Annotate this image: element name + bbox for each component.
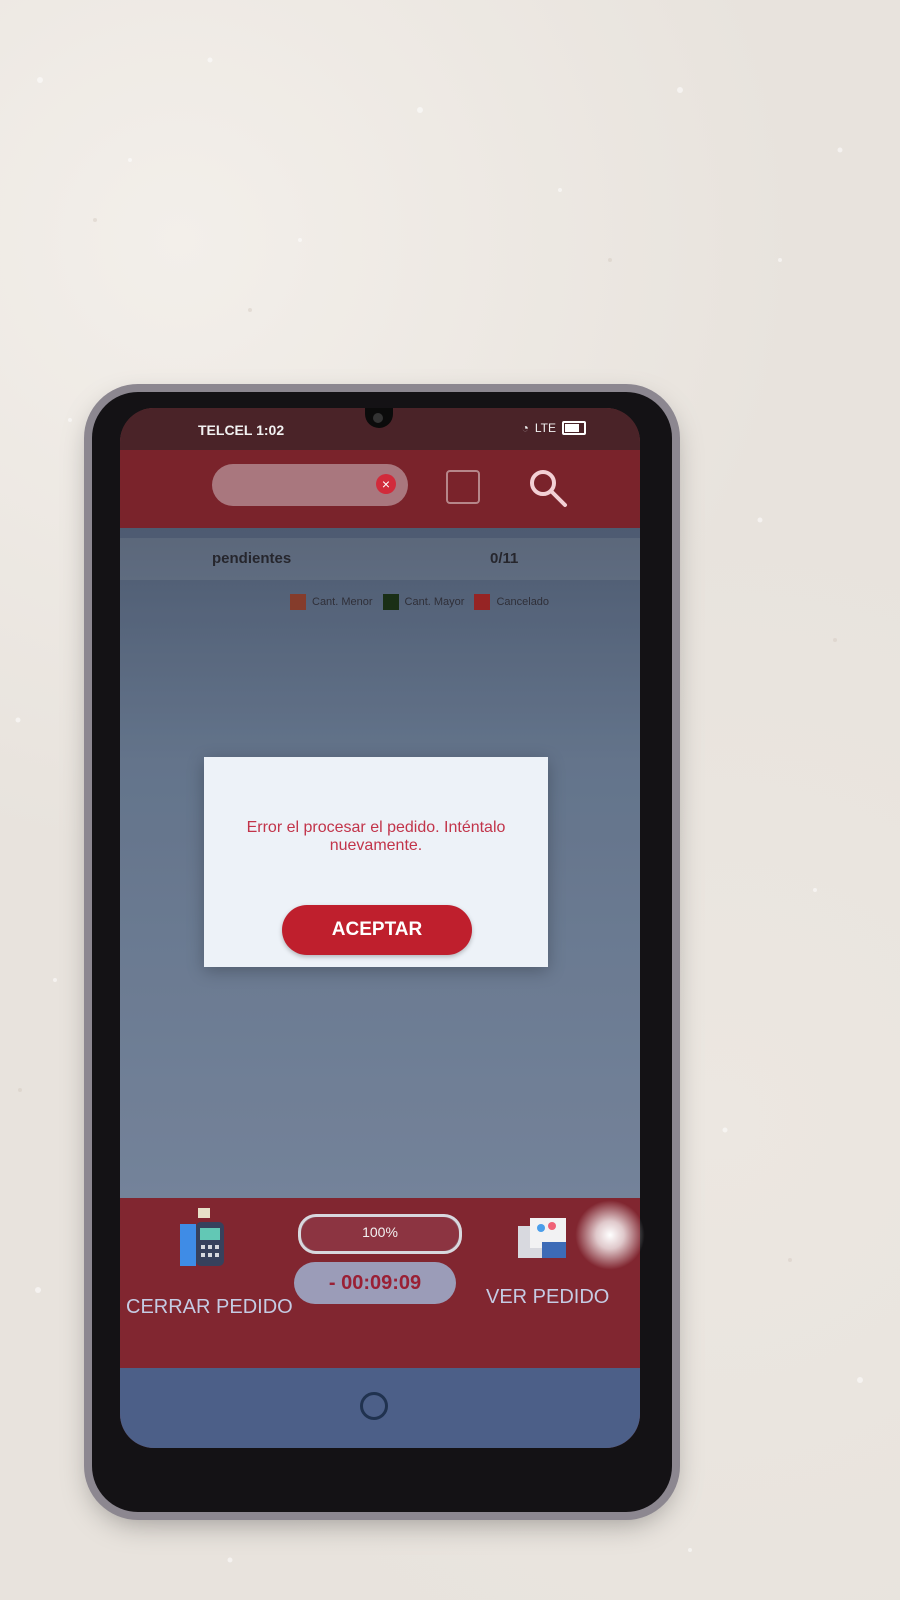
search-input[interactable]: × xyxy=(212,464,408,506)
accept-button[interactable]: ACEPTAR xyxy=(282,905,472,955)
error-dialog: Error el procesar el pedido. Inténtalo n… xyxy=(204,757,548,967)
back-icon[interactable] xyxy=(258,1392,276,1416)
home-icon[interactable] xyxy=(360,1392,388,1420)
status-bar: TELCEL 1:02 ◔ LTE xyxy=(120,408,640,450)
order-documents-icon xyxy=(518,1218,566,1258)
cash-register-icon xyxy=(180,1208,224,1266)
screen-glare xyxy=(575,1200,645,1270)
battery-icon xyxy=(562,421,586,435)
status-carrier-time: TELCEL 1:02 xyxy=(198,422,285,438)
progress-indicator: 100% xyxy=(298,1214,462,1254)
android-navigation-bar xyxy=(120,1368,640,1448)
status-icons: ◔ LTE xyxy=(522,421,586,435)
view-order-label: VER PEDIDO xyxy=(486,1286,610,1308)
bottom-action-bar: CERRAR PEDIDO 100% - 00:09:09 VER PEDIDO xyxy=(120,1198,640,1368)
progress-text: 100% xyxy=(362,1224,398,1240)
camera-notch xyxy=(365,408,393,428)
top-toolbar: × xyxy=(120,450,640,528)
dialog-message: Error el procesar el pedido. Inténtalo n… xyxy=(246,819,506,854)
front-camera-icon xyxy=(373,413,383,423)
close-order-button[interactable]: CERRAR PEDIDO xyxy=(120,1208,293,1328)
close-circle-icon[interactable]: × xyxy=(376,474,396,494)
wifi-icon: ◔ xyxy=(521,421,529,435)
search-icon[interactable] xyxy=(526,466,570,510)
close-order-label: CERRAR PEDIDO xyxy=(126,1296,293,1318)
scan-frame-icon[interactable] xyxy=(446,470,480,504)
elapsed-timer: - 00:09:09 xyxy=(294,1262,456,1304)
signal-label: LTE xyxy=(534,421,556,435)
